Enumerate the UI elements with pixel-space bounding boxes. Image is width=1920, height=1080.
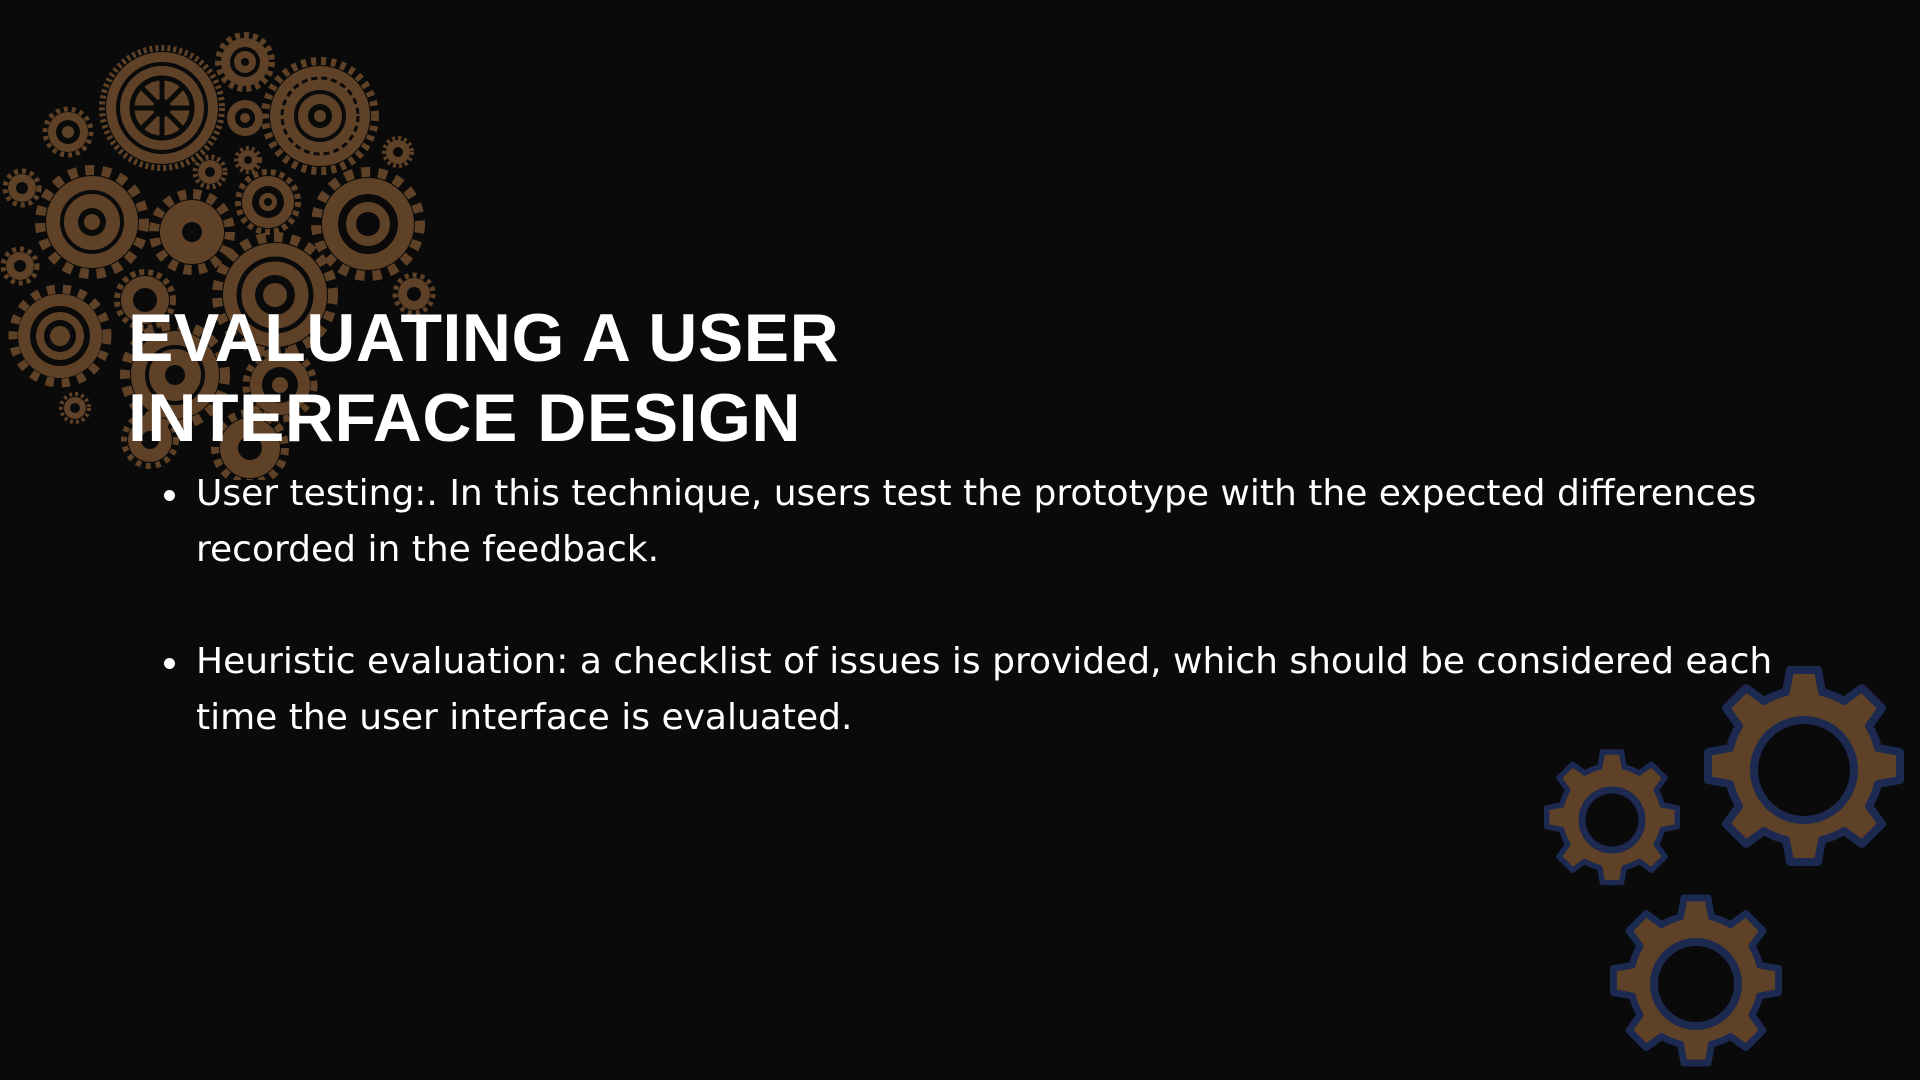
bullet-icon bbox=[164, 658, 175, 669]
title-line: EVALUATING A USER bbox=[128, 300, 840, 376]
bullet-icon bbox=[164, 490, 175, 501]
list-item: Heuristic evaluation: a checklist of iss… bbox=[164, 634, 1816, 746]
gear-icon bbox=[99, 45, 225, 171]
title-line: INTERFACE DESIGN bbox=[128, 380, 801, 456]
bullet-list: User testing:. In this technique, users … bbox=[150, 466, 1816, 802]
page-title: EVALUATING A USER INTERFACE DESIGN bbox=[128, 298, 888, 458]
list-item-text: User testing:. In this technique, users … bbox=[196, 473, 1757, 570]
gear-icon bbox=[1613, 898, 1778, 1063]
list-item: User testing:. In this technique, users … bbox=[164, 466, 1816, 578]
list-item-text: Heuristic evaluation: a checklist of iss… bbox=[196, 641, 1773, 738]
slide: EVALUATING A USER INTERFACE DESIGN User … bbox=[0, 0, 1920, 1080]
